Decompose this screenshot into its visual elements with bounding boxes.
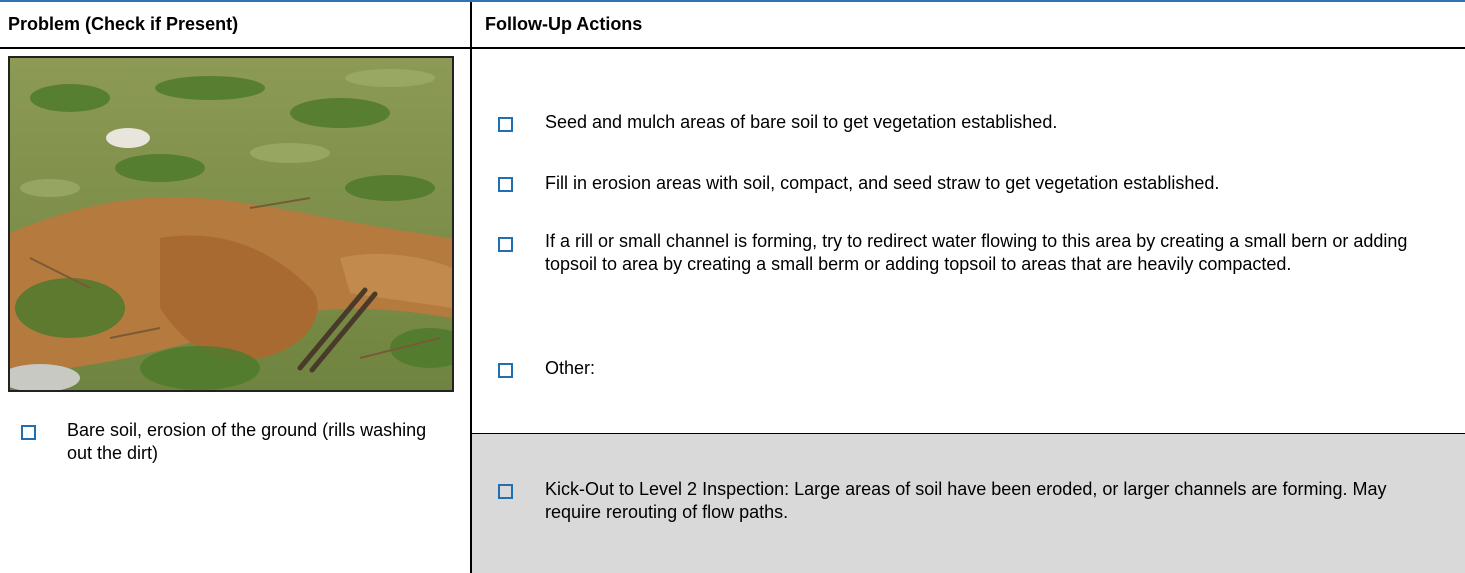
problem-checkbox[interactable] [21, 425, 36, 440]
action-redirect-water-label: If a rill or small channel is forming, t… [545, 231, 1408, 274]
erosion-photo [8, 56, 454, 392]
header-problem: Problem (Check if Present) [8, 14, 239, 34]
kick-out-divider [472, 433, 1465, 434]
action-seed-mulch-checkbox[interactable] [498, 117, 513, 132]
action-other-label: Other: [545, 358, 596, 378]
action-fill-erosion-checkbox[interactable] [498, 177, 513, 192]
kick-out-checkbox[interactable] [498, 484, 513, 499]
erosion-photo-illustration [10, 58, 452, 390]
action-fill-erosion-label: Fill in erosion areas with soil, compact… [545, 173, 1220, 193]
problem-label: Bare soil, erosion of the ground (rills … [67, 420, 427, 463]
action-redirect-water-checkbox[interactable] [498, 237, 513, 252]
action-other-checkbox[interactable] [498, 363, 513, 378]
action-seed-mulch-label: Seed and mulch areas of bare soil to get… [545, 112, 1058, 132]
inspection-table: Problem (Check if Present) Follow-Up Act… [0, 0, 1465, 573]
kick-out-label: Kick-Out to Level 2 Inspection: Large ar… [545, 479, 1387, 522]
header-follow-up-actions: Follow-Up Actions [485, 14, 643, 34]
header-divider [0, 47, 1465, 49]
